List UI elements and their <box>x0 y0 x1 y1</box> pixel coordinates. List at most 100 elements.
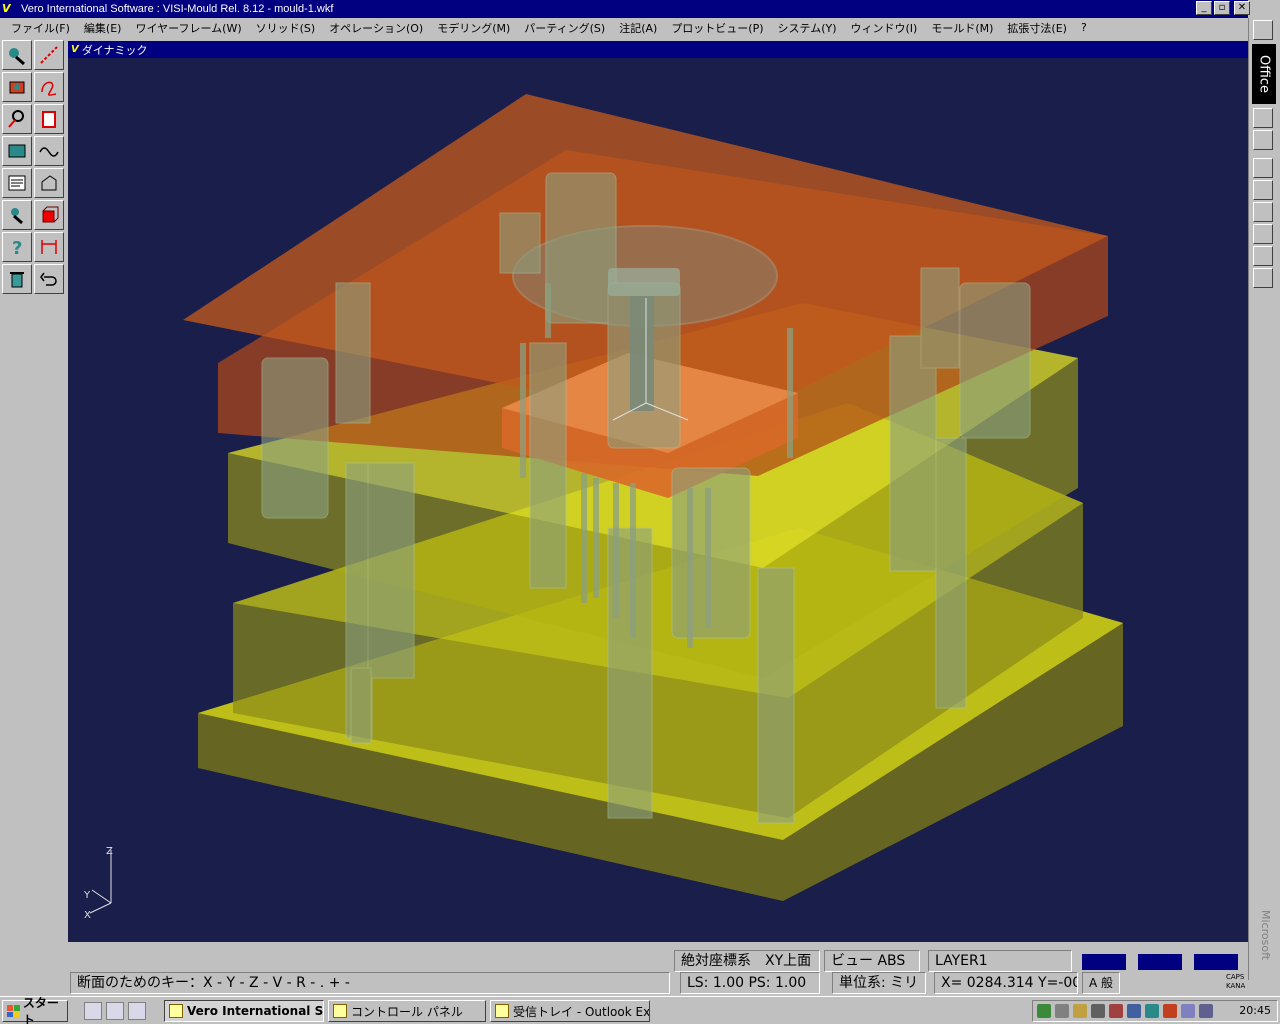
office-journal-icon[interactable] <box>1253 246 1273 266</box>
menu-wireframe[interactable]: ワイヤーフレーム(W) <box>128 20 248 36</box>
menu-bar: ファイル(F) 編集(E) ワイヤーフレーム(W) ソリッド(S) オペレーショ… <box>0 18 1248 37</box>
task-label: Vero International S... <box>187 1004 324 1018</box>
task-control-panel[interactable]: コントロール パネル <box>328 1000 486 1022</box>
office-menu-button[interactable] <box>1253 20 1273 40</box>
trash-icon[interactable] <box>2 264 32 294</box>
control-panel-icon <box>333 1004 347 1018</box>
menu-edit[interactable]: 編集(E) <box>77 20 129 36</box>
layer-display[interactable]: LAYER1 <box>928 950 1072 972</box>
vero-app-icon <box>169 1004 183 1018</box>
office-label: Office <box>1252 44 1276 104</box>
tray-display-icon[interactable] <box>1127 1004 1141 1018</box>
command-prompt: 断面のためのキー：X - Y - Z - V - R - . + - <box>70 972 670 994</box>
view-display: ビュー ABS <box>824 950 920 972</box>
visi-child-icon: V <box>71 44 79 55</box>
sheet-tool-icon[interactable] <box>34 104 64 134</box>
solid-tool-icon[interactable] <box>2 72 32 102</box>
ime-mode[interactable]: A 般 <box>1082 972 1120 994</box>
list-tool-icon[interactable] <box>2 168 32 198</box>
menu-ext-dimension[interactable]: 拡張寸法(E) <box>1000 20 1074 36</box>
menu-plot-view[interactable]: プロットビュー(P) <box>664 20 770 36</box>
paint-tool-icon[interactable] <box>2 200 32 230</box>
office-task-icon[interactable] <box>1253 202 1273 222</box>
tray-volume-icon[interactable] <box>1055 1004 1069 1018</box>
menu-system[interactable]: システム(Y) <box>771 20 844 36</box>
system-clock[interactable]: 20:45 <box>1239 1004 1271 1017</box>
zoom-tool-icon[interactable] <box>2 104 32 134</box>
svg-text:?: ? <box>12 238 22 258</box>
tray-pen-icon[interactable] <box>1109 1004 1123 1018</box>
minimize-button[interactable]: _ <box>1196 1 1212 15</box>
menu-modeling[interactable]: モデリング(M) <box>430 20 517 36</box>
office-open-doc-icon[interactable] <box>1253 130 1273 150</box>
office-contact-icon[interactable] <box>1253 224 1273 244</box>
tray-network-icon[interactable] <box>1037 1004 1051 1018</box>
help-icon[interactable]: ? <box>2 232 32 262</box>
visi-app-icon[interactable]: V <box>2 2 18 16</box>
start-button[interactable]: スタート <box>2 996 68 1024</box>
maximize-button[interactable]: ▫ <box>1214 1 1230 15</box>
sprue-stem <box>630 296 654 411</box>
shape-tool-icon[interactable] <box>34 168 64 198</box>
3d-viewport[interactable]: Z Y X <box>68 58 1248 942</box>
start-label: スタート <box>22 996 59 1024</box>
office-new-doc-icon[interactable] <box>1253 108 1273 128</box>
curve-tool-icon[interactable] <box>34 72 64 102</box>
mould-assembly-render: Z Y X <box>83 94 1123 921</box>
menu-parting[interactable]: パーティング(S) <box>517 20 612 36</box>
tray-tool-icon[interactable] <box>1145 1004 1159 1018</box>
dimension-tool-icon[interactable] <box>34 232 64 262</box>
menu-file[interactable]: ファイル(F) <box>4 20 77 36</box>
status-indicator-1 <box>1082 954 1126 970</box>
status-indicator-3 <box>1194 954 1238 970</box>
close-button[interactable]: ✕ <box>1234 1 1250 15</box>
window-title: Vero International Software : VISI-Mould… <box>21 3 334 15</box>
system-tray: 20:45 <box>1032 1000 1278 1022</box>
axis-label-y: Y <box>83 890 91 901</box>
ie-quicklaunch-icon[interactable] <box>84 1002 102 1020</box>
axis-label-z: Z <box>106 846 113 857</box>
window-titlebar[interactable]: V Vero International Software : VISI-Mou… <box>0 0 1250 18</box>
menu-annotation[interactable]: 注記(A) <box>612 20 664 36</box>
desktop-quicklaunch-icon[interactable] <box>128 1002 146 1020</box>
windows-flag-icon <box>7 1005 20 1017</box>
task-outlook-express[interactable]: 受信トレイ - Outlook Expr... <box>490 1000 650 1022</box>
office-note-icon[interactable] <box>1253 268 1273 288</box>
office-mail-icon[interactable] <box>1253 158 1273 178</box>
wave-tool-icon[interactable] <box>34 136 64 166</box>
tray-app-icon[interactable] <box>1163 1004 1177 1018</box>
tray-battery-icon[interactable] <box>1073 1004 1087 1018</box>
caps-kana-indicator: CAPS KANA <box>1226 973 1245 991</box>
menu-window[interactable]: ウィンドウ(I) <box>844 20 925 36</box>
status-indicator-2 <box>1138 954 1182 970</box>
outlook-quicklaunch-icon[interactable] <box>106 1002 124 1020</box>
tool-panel: ? <box>0 37 68 957</box>
wireframe-tool-icon[interactable] <box>2 40 32 70</box>
coord-system-display: 絶対座標系 XY上面 <box>674 950 820 972</box>
menu-help[interactable]: ? <box>1074 21 1094 34</box>
ls-ps-display: LS: 1.00 PS: 1.00 <box>680 972 820 994</box>
task-label: 受信トレイ - Outlook Expr... <box>513 1004 650 1019</box>
task-label: コントロール パネル <box>351 1004 463 1019</box>
menu-operation[interactable]: オペレーション(O) <box>322 20 430 36</box>
tray-drive-icon[interactable] <box>1091 1004 1105 1018</box>
line-tool-icon[interactable] <box>34 40 64 70</box>
microsoft-label: Microsoft <box>1259 910 1272 961</box>
view-axis-triad <box>89 850 112 914</box>
menu-solid[interactable]: ソリッド(S) <box>249 20 323 36</box>
task-vero-software[interactable]: Vero International S... <box>164 1000 324 1022</box>
image-tool-icon[interactable] <box>2 136 32 166</box>
menu-mould[interactable]: モールド(M) <box>924 20 1000 36</box>
tray-printer-icon[interactable] <box>1181 1004 1195 1018</box>
inbox-icon <box>495 1004 509 1018</box>
viewport-titlebar[interactable]: V ダイナミック <box>68 41 1248 58</box>
sprue-bushing <box>608 268 680 296</box>
units-display: 単位系: ミリ <box>832 972 926 994</box>
office-calendar-icon[interactable] <box>1253 180 1273 200</box>
tray-monitor-icon[interactable] <box>1199 1004 1213 1018</box>
box-tool-icon[interactable] <box>34 200 64 230</box>
undo-icon[interactable] <box>34 264 64 294</box>
window-controls: _ ▫ ✕ <box>1196 1 1250 15</box>
viewport-title: ダイナミック <box>81 43 148 57</box>
caps-indicator: CAPS <box>1226 973 1245 981</box>
